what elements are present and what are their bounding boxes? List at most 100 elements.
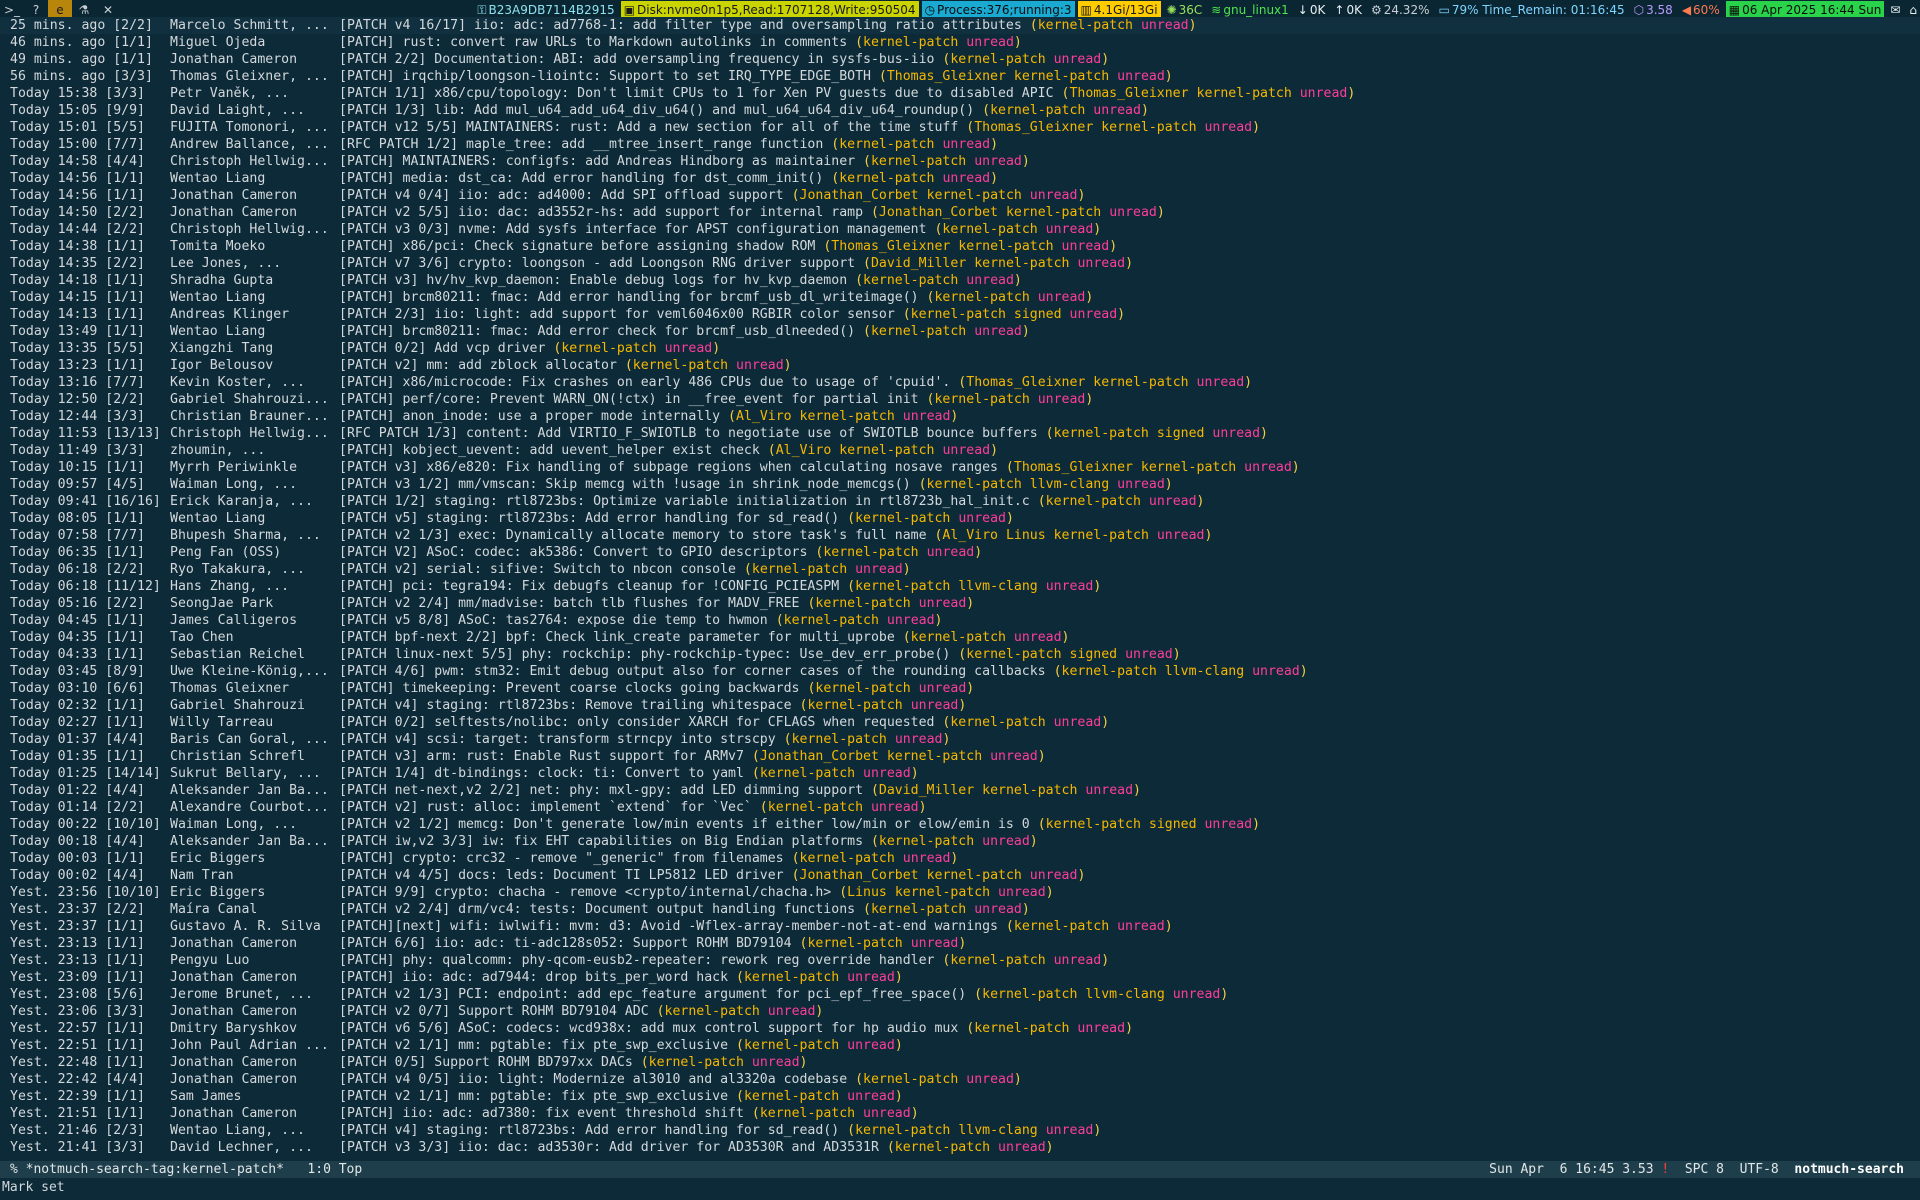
thread-row[interactable]: 25 mins. ago [2/2] Marcelo Schmitt, ... [P… bbox=[0, 17, 1920, 34]
thread-row[interactable]: Today 15:00 [7/7] Andrew Ballance, ... [RF… bbox=[0, 136, 1920, 153]
thread-row[interactable]: Today 04:45 [1/1] James Calligeros [PATCH … bbox=[0, 612, 1920, 629]
thread-row[interactable]: Today 07:58 [7/7] Bhupesh Sharma, ... [PAT… bbox=[0, 527, 1920, 544]
thread-count: [3/3] bbox=[105, 409, 145, 424]
thread-tags: (kernel-patch unread) bbox=[847, 273, 1022, 288]
thread-date: Today 00:22 [10/10] bbox=[10, 816, 170, 833]
tag-unread: unread bbox=[1029, 868, 1078, 883]
thread-row[interactable]: Today 11:53 [13/13] Christoph Hellwig...[… bbox=[0, 425, 1920, 442]
thread-row[interactable]: Today 00:18 [4/4] Aleksander Jan Ba... [PA… bbox=[0, 833, 1920, 850]
thread-row[interactable]: Today 14:44 [2/2] Christoph Hellwig... [PA… bbox=[0, 221, 1920, 238]
thread-row[interactable]: Today 11:49 [3/3] zhoumin, ... [PATCH] kob… bbox=[0, 442, 1920, 459]
thread-row[interactable]: Yest. 23:06 [3/3] Jonathan Cameron [PATCH … bbox=[0, 1003, 1920, 1020]
thread-row[interactable]: Yest. 21:46 [2/3] Wentao Liang, ... [PATCH… bbox=[0, 1122, 1920, 1139]
thread-row[interactable]: Today 06:35 [1/1] Peng Fan (OSS) [PATCH V2… bbox=[0, 544, 1920, 561]
thread-row[interactable]: Yest. 22:51 [1/1] John Paul Adrian ... [PA… bbox=[0, 1037, 1920, 1054]
thread-date: Today 15:38 [3/3] bbox=[10, 85, 170, 102]
thread-row[interactable]: Today 09:41 [16/16] Erick Karanja, ... [PA… bbox=[0, 493, 1920, 510]
thread-row[interactable]: Today 05:16 [2/2] SeongJae Park [PATCH v2 … bbox=[0, 595, 1920, 612]
thread-row[interactable]: Today 13:49 [1/1] Wentao Liang [PATCH] brc… bbox=[0, 323, 1920, 340]
thread-row[interactable]: Yest. 23:09 [1/1] Jonathan Cameron [PATCH]… bbox=[0, 969, 1920, 986]
thread-row[interactable]: Today 14:35 [2/2] Lee Jones, ... [PATCH v7… bbox=[0, 255, 1920, 272]
thread-row[interactable]: Today 13:23 [1/1] Igor Belousov [PATCH v2]… bbox=[0, 357, 1920, 374]
thread-row[interactable]: Yest. 23:56 [10/10] Eric Biggers [PATCH 9/… bbox=[0, 884, 1920, 901]
tag-kernel-patch: kernel-patch bbox=[839, 443, 935, 458]
thread-row[interactable]: Today 02:27 [1/1] Willy Tarreau [PATCH 0/2… bbox=[0, 714, 1920, 731]
thread-row[interactable]: Today 12:50 [2/2] Gabriel Shahrouzi... [PA… bbox=[0, 391, 1920, 408]
thread-date-text: Today 03:45 bbox=[10, 664, 98, 679]
tag-unread: unread bbox=[966, 35, 1014, 50]
thread-row[interactable]: Yest. 23:37 [1/1] Gustavo A. R. Silva [PAT… bbox=[0, 918, 1920, 935]
thread-row[interactable]: Today 14:56 [1/1] Jonathan Cameron [PATCH … bbox=[0, 187, 1920, 204]
thread-row[interactable]: Today 14:15 [1/1] Wentao Liang [PATCH] brc… bbox=[0, 289, 1920, 306]
thread-tags: (kernel-patch unread) bbox=[855, 154, 1030, 169]
thread-row[interactable]: Today 00:22 [10/10] Waiman Long, ... [PATC… bbox=[0, 816, 1920, 833]
thread-row[interactable]: Today 14:50 [2/2] Jonathan Cameron [PATCH … bbox=[0, 204, 1920, 221]
thread-row[interactable]: Today 00:02 [4/4] Nam Tran [PATCH v4 4/5] … bbox=[0, 867, 1920, 884]
thread-row[interactable]: Yest. 22:39 [1/1] Sam James [PATCH v2 1/1]… bbox=[0, 1088, 1920, 1105]
thread-row[interactable]: Today 14:58 [4/4] Christoph Hellwig... [PA… bbox=[0, 153, 1920, 170]
thread-row[interactable]: Today 14:13 [1/1] Andreas Klinger [PATCH 2… bbox=[0, 306, 1920, 323]
thread-row[interactable]: Yest. 23:08 [5/6] Jerome Brunet, ... [PATC… bbox=[0, 986, 1920, 1003]
thread-count: [5/6] bbox=[105, 987, 145, 1002]
tag-unread: unread bbox=[847, 1038, 895, 1053]
thread-row[interactable]: 46 mins. ago [1/1] Miguel Ojeda [PATCH] ru… bbox=[0, 34, 1920, 51]
tag-unread: unread bbox=[974, 324, 1022, 339]
thread-authors: Jonathan Cameron bbox=[170, 205, 298, 220]
thread-tags: (kernel-patch unread) bbox=[807, 545, 983, 560]
thread-row[interactable]: 56 mins. ago [3/3] Thomas Gleixner, ... [P… bbox=[0, 68, 1920, 85]
thread-row[interactable]: Yest. 21:41 [3/3] David Lechner, ... [PATC… bbox=[0, 1139, 1920, 1156]
thread-row[interactable]: Today 03:10 [6/6] Thomas Gleixner [PATCH] … bbox=[0, 680, 1920, 697]
thread-row[interactable]: Today 04:33 [1/1] Sebastian Reichel [PATCH… bbox=[0, 646, 1920, 663]
thread-date-text: Today 06:18 bbox=[10, 562, 98, 577]
thread-row[interactable]: Today 03:45 [8/9] Uwe Kleine-König,... [PA… bbox=[0, 663, 1920, 680]
thread-row[interactable]: Today 13:35 [5/5] Xiangzhi Tang [PATCH 0/2… bbox=[0, 340, 1920, 357]
thread-row[interactable]: Today 01:37 [4/4] Baris Can Goral, ... [PA… bbox=[0, 731, 1920, 748]
thread-row[interactable]: Yest. 22:57 [1/1] Dmitry Baryshkov [PATCH … bbox=[0, 1020, 1920, 1037]
tag-unread: unread bbox=[910, 936, 959, 951]
thread-row[interactable]: Today 10:15 [1/1] Myrrh Periwinkle [PATCH … bbox=[0, 459, 1920, 476]
thread-row[interactable]: Today 14:38 [1/1] Tomita Moeko [PATCH] x86… bbox=[0, 238, 1920, 255]
thread-row[interactable]: Today 00:03 [1/1] Eric Biggers [PATCH] cry… bbox=[0, 850, 1920, 867]
thread-row[interactable]: 49 mins. ago [1/1] Jonathan Cameron [PATCH… bbox=[0, 51, 1920, 68]
thread-row[interactable]: Today 15:38 [3/3] Petr Vaněk, ... [PATCH 1… bbox=[0, 85, 1920, 102]
thread-subject: [PATCH] pci: tegra194: Fix debugfs clean… bbox=[339, 579, 840, 594]
tag-unread: unread bbox=[870, 800, 919, 815]
thread-row[interactable]: Yest. 21:51 [1/1] Jonathan Cameron [PATCH]… bbox=[0, 1105, 1920, 1122]
tag-unread: unread bbox=[1045, 222, 1094, 237]
thread-count: [3/3] bbox=[105, 443, 145, 458]
thread-tags: (kernel-patch unread) bbox=[799, 596, 975, 611]
thread-row[interactable]: Yest. 22:48 [1/1] Jonathan Cameron [PATCH … bbox=[0, 1054, 1920, 1071]
tag-kernel-patch: kernel-patch bbox=[807, 698, 903, 713]
thread-date-text: Today 14:35 bbox=[10, 256, 98, 271]
thread-subject: [PATCH] timekeeping: Prevent coarse cloc… bbox=[339, 681, 800, 696]
thread-row[interactable]: Today 02:32 [1/1] Gabriel Shahrouzi [PATCH… bbox=[0, 697, 1920, 714]
thread-row[interactable]: Yest. 23:37 [2/2] Maíra Canal [PATCH v2 2/… bbox=[0, 901, 1920, 918]
thread-row[interactable]: Today 01:35 [1/1] Christian Schrefl [PATCH… bbox=[0, 748, 1920, 765]
thread-row[interactable]: Today 04:35 [1/1] Tao Chen [PATCH bpf-next… bbox=[0, 629, 1920, 646]
thread-row[interactable]: Today 06:18 [2/2] Ryo Takakura, ... [PATCH… bbox=[0, 561, 1920, 578]
thread-row[interactable]: Yest. 23:13 [1/1] Jonathan Cameron [PATCH … bbox=[0, 935, 1920, 952]
thread-date-text: Yest. 21:51 bbox=[10, 1106, 98, 1121]
tag-unread: unread bbox=[902, 851, 951, 866]
thread-tags: (kernel-patch unread) bbox=[918, 392, 1094, 407]
thread-authors: Gabriel Shahrouzi bbox=[170, 698, 305, 713]
tag-unread: unread bbox=[1299, 86, 1348, 101]
thread-row[interactable]: Today 13:16 [7/7] Kevin Koster, ... [PATCH… bbox=[0, 374, 1920, 391]
minibuffer[interactable]: Mark set bbox=[0, 1178, 1920, 1200]
thread-row[interactable]: Today 01:22 [4/4] Aleksander Jan Ba... [PA… bbox=[0, 782, 1920, 799]
thread-row[interactable]: Today 12:44 [3/3] Christian Brauner... [PA… bbox=[0, 408, 1920, 425]
thread-row[interactable]: Yest. 23:13 [1/1] Pengyu Luo [PATCH] phy: … bbox=[0, 952, 1920, 969]
thread-row[interactable]: Today 09:57 [4/5] Waiman Long, ... [PATCH … bbox=[0, 476, 1920, 493]
thread-row[interactable]: Today 01:25 [14/14] Sukrut Bellary, ... [P… bbox=[0, 765, 1920, 782]
thread-row[interactable]: Today 08:05 [1/1] Wentao Liang [PATCH v5] … bbox=[0, 510, 1920, 527]
thread-row[interactable]: Today 14:18 [1/1] Shradha Gupta [PATCH v3]… bbox=[0, 272, 1920, 289]
thread-row[interactable]: Today 14:56 [1/1] Wentao Liang [PATCH] med… bbox=[0, 170, 1920, 187]
thread-row[interactable]: Today 06:18 [11/12] Hans Zhang, ... [PATCH… bbox=[0, 578, 1920, 595]
thread-row[interactable]: Yest. 22:42 [4/4] Jonathan Cameron [PATCH … bbox=[0, 1071, 1920, 1088]
thread-row[interactable]: Today 15:05 [9/9] David Laight, ... [PATCH… bbox=[0, 102, 1920, 119]
thread-subject: [PATCH] kobject_uevent: add uevent_helpe… bbox=[339, 443, 760, 458]
thread-count: [8/9] bbox=[105, 664, 145, 679]
thread-count: [3/3] bbox=[105, 1004, 145, 1019]
thread-row[interactable]: Today 01:14 [2/2] Alexandre Courbot... [PA… bbox=[0, 799, 1920, 816]
thread-row[interactable]: Today 15:01 [5/5] FUJITA Tomonori, ... [PA… bbox=[0, 119, 1920, 136]
